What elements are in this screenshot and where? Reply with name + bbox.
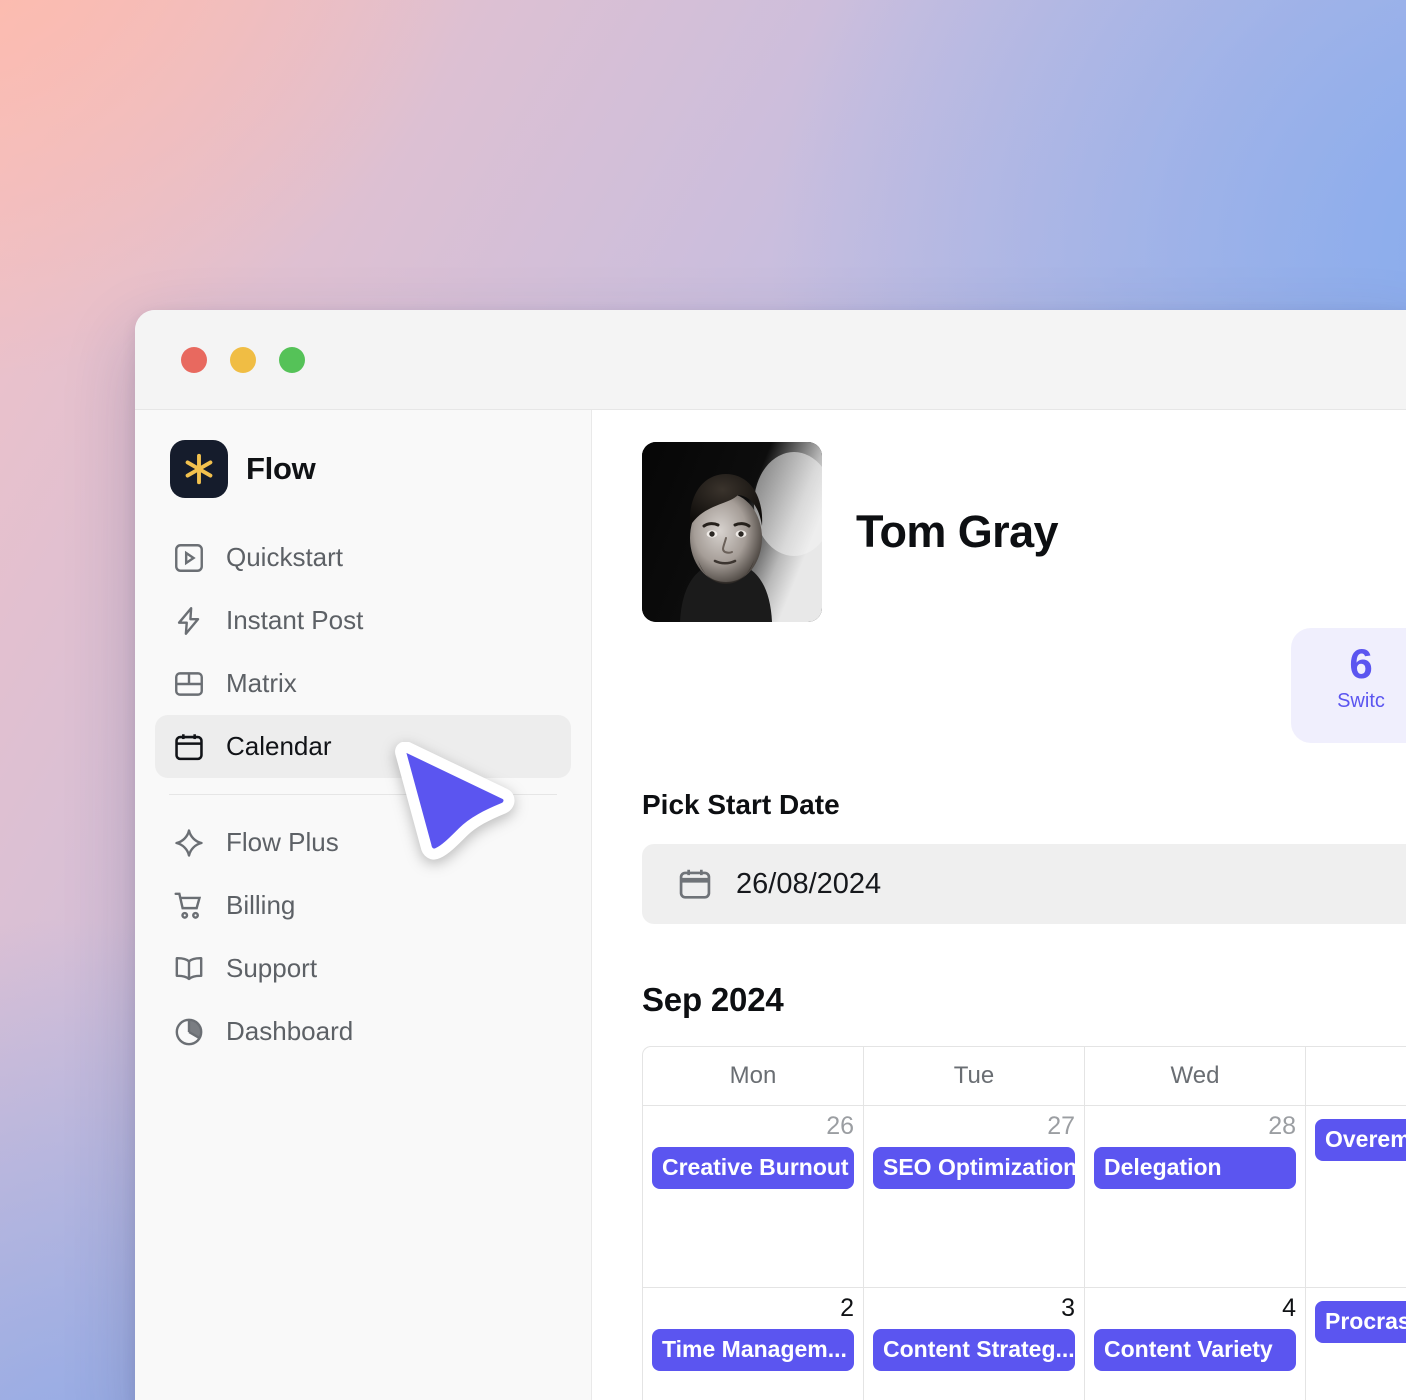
sidebar-item-label: Quickstart: [226, 542, 344, 572]
minimize-button[interactable]: [230, 346, 256, 373]
pick-start-date-label: Pick Start Date: [642, 789, 840, 820]
sparkle-icon: [175, 828, 203, 857]
switch-card[interactable]: 6 Switc: [1291, 628, 1406, 743]
sidebar-item-label: Flow Plus: [226, 827, 339, 857]
calendar-event[interactable]: Creative Burnout: [652, 1146, 854, 1189]
sidebar-item-label: Dashboard: [226, 1016, 354, 1046]
sidebar-item-matrix[interactable]: Matrix: [155, 652, 571, 715]
user-photo: [642, 442, 822, 622]
switch-label: Switc: [1337, 690, 1385, 713]
calendar-icon: [175, 733, 203, 760]
grid-icon: [175, 671, 203, 696]
start-date-input[interactable]: 26/08/2024: [642, 844, 1406, 924]
weekday-header: T: [1306, 1047, 1406, 1105]
day-number: 28: [1268, 1112, 1296, 1140]
day-number: 2: [840, 1294, 854, 1322]
calendar-week-row: 2 Time Managem... 3 Content Strateg... 4…: [643, 1287, 1406, 1400]
play-square-icon: [175, 543, 203, 572]
day-number: 3: [1061, 1294, 1075, 1322]
calendar-day-cell[interactable]: 27 SEO Optimization: [864, 1105, 1085, 1287]
weekday-header: Wed: [1085, 1047, 1306, 1105]
page-title: Tom Gray: [856, 506, 1059, 557]
profile-header: Tom Gray: [642, 442, 1406, 622]
calendar-day-cell[interactable]: Procrast: [1306, 1287, 1406, 1400]
calendar-day-cell[interactable]: Overem: [1306, 1105, 1406, 1287]
calendar-day-cell[interactable]: 2 Time Managem...: [643, 1287, 864, 1400]
lightning-icon: [177, 606, 200, 635]
brand[interactable]: Flow: [155, 438, 571, 500]
sidebar-item-support[interactable]: Support: [155, 937, 571, 1000]
weekday-header: Mon: [643, 1047, 864, 1105]
calendar-day-cell[interactable]: 26 Creative Burnout: [643, 1105, 864, 1287]
sidebar-item-label: Matrix: [226, 668, 297, 698]
book-icon: [175, 956, 203, 980]
desktop-background: Flow Quickstart Instant Post Matrix Cale…: [0, 0, 1406, 1400]
calendar-event[interactable]: Content Strateg...: [873, 1328, 1075, 1371]
sidebar-divider: [169, 794, 557, 795]
asterisk-icon: [170, 440, 228, 498]
calendar-event[interactable]: SEO Optimization: [873, 1146, 1075, 1189]
sidebar-item-billing[interactable]: Billing: [155, 874, 571, 937]
avatar: [642, 442, 822, 622]
calendar-event[interactable]: Overem: [1315, 1119, 1406, 1161]
pie-chart-icon: [175, 1018, 203, 1045]
calendar-month-label: Sep 2024: [642, 981, 784, 1018]
calendar-day-cell[interactable]: 3 Content Strateg...: [864, 1287, 1085, 1400]
start-date-value: 26/08/2024: [736, 867, 882, 900]
calendar-day-cell[interactable]: 28 Delegation: [1085, 1105, 1306, 1287]
app-window: Flow Quickstart Instant Post Matrix Cale…: [135, 310, 1406, 1400]
calendar-grid: Mon Tue Wed T 26 Creative Burnout 27 SEO…: [642, 1046, 1406, 1400]
calendar-week-row: 26 Creative Burnout 27 SEO Optimization …: [643, 1105, 1406, 1287]
calendar-icon: [679, 869, 711, 899]
sidebar-item-label: Calendar: [226, 731, 332, 761]
calendar-event[interactable]: Procrast: [1315, 1301, 1406, 1343]
day-number: 27: [1047, 1112, 1075, 1140]
switch-count: 6: [1349, 640, 1373, 687]
sidebar-item-label: Support: [226, 953, 318, 983]
maximize-button[interactable]: [279, 346, 305, 373]
calendar-event[interactable]: Delegation: [1094, 1146, 1296, 1189]
window-titlebar: [135, 310, 1406, 410]
close-button[interactable]: [181, 346, 207, 373]
brand-name: Flow: [246, 451, 316, 486]
calendar-event[interactable]: Content Variety: [1094, 1328, 1296, 1371]
sidebar-item-label: Instant Post: [226, 605, 364, 635]
sidebar-item-flow-plus[interactable]: Flow Plus: [155, 811, 571, 874]
calendar-event[interactable]: Time Managem...: [652, 1328, 854, 1371]
weekday-header: Tue: [864, 1047, 1085, 1105]
calendar-header-row: Mon Tue Wed T: [643, 1047, 1406, 1105]
sidebar-item-quickstart[interactable]: Quickstart: [155, 526, 571, 589]
sidebar-item-instant-post[interactable]: Instant Post: [155, 589, 571, 652]
day-number: 4: [1282, 1294, 1296, 1322]
sidebar-item-calendar[interactable]: Calendar: [155, 715, 571, 778]
day-number: 26: [826, 1112, 854, 1140]
sidebar-item-dashboard[interactable]: Dashboard: [155, 1000, 571, 1063]
window-body: Flow Quickstart Instant Post Matrix Cale…: [135, 410, 1406, 1400]
cart-icon: [174, 892, 202, 919]
calendar-day-cell[interactable]: 4 Content Variety: [1085, 1287, 1306, 1400]
main-content: Tom Gray 6 Switc Pick Start Date 26/08/2…: [592, 410, 1406, 1400]
sidebar-item-label: Billing: [226, 890, 296, 920]
sidebar: Flow Quickstart Instant Post Matrix Cale…: [135, 410, 592, 1400]
